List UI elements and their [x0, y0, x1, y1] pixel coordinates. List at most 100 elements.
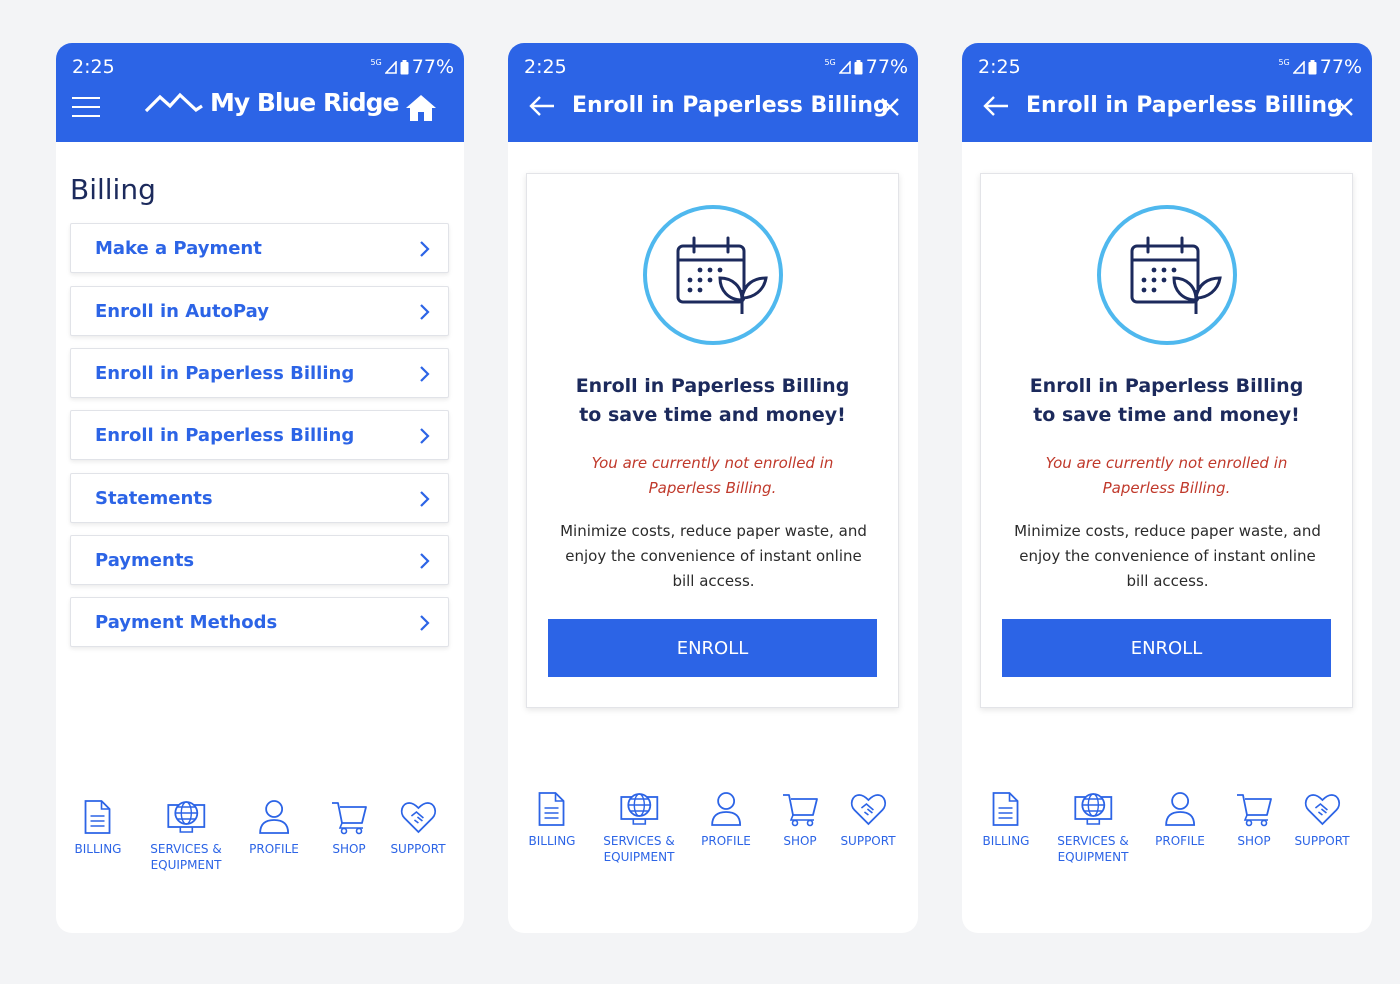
nav-label: SHOP: [332, 842, 366, 856]
screen-title: Enroll in Paperless Billing: [1026, 93, 1343, 118]
menu-item-label: Make a Payment: [95, 237, 262, 259]
nav-profile[interactable]: PROFILE: [701, 791, 751, 849]
nav-services-equipment[interactable]: SERVICES & EQUIPMENT: [603, 791, 675, 865]
nav-label: SUPPORT: [1294, 834, 1350, 848]
cart-icon: [1237, 794, 1272, 827]
menu-item-payments[interactable]: Payments: [70, 535, 449, 585]
headline-line: Enroll in Paperless Billing: [575, 375, 850, 397]
enroll-description: Minimize costs, reduce paper waste, and …: [1001, 519, 1334, 594]
battery-icon: [1308, 59, 1317, 74]
chevron-right-icon: [420, 491, 430, 507]
status-indicators: 5G 77%: [370, 56, 454, 78]
mountain-logo-icon: [144, 92, 203, 112]
nav-support[interactable]: SUPPORT: [390, 799, 446, 857]
nav-profile[interactable]: PROFILE: [1155, 791, 1205, 849]
nav-services-equipment[interactable]: SERVICES & EQUIPMENT: [1057, 791, 1129, 865]
menu-item-payment-methods[interactable]: Payment Methods: [70, 597, 449, 647]
app-header: 2:25 5G 77% Enroll in Paperless Billing: [508, 43, 918, 142]
status-indicators: 5G 77%: [1278, 56, 1362, 78]
battery-percent: 77%: [411, 56, 454, 78]
battery-percent: 77%: [1319, 56, 1362, 78]
nav-label: EQUIPMENT: [603, 850, 675, 864]
home-icon[interactable]: [404, 93, 438, 123]
desc-line: enjoy the convenience of instant online: [565, 547, 862, 565]
person-icon: [259, 800, 289, 834]
menu-item-make-payment[interactable]: Make a Payment: [70, 223, 449, 273]
nav-support[interactable]: SUPPORT: [840, 791, 896, 849]
app-header: 2:25 5G 77% Enroll in Paperless Billing: [962, 43, 1372, 142]
enroll-headline: Enroll in Paperless Billing to save time…: [527, 372, 898, 430]
desc-line: enjoy the convenience of instant online: [1019, 547, 1316, 565]
calendar-plant-icon: [1097, 205, 1237, 345]
back-arrow-icon[interactable]: [528, 95, 556, 117]
nav-label: SHOP: [1237, 834, 1271, 848]
cart-icon: [783, 794, 818, 827]
nav-services-equipment[interactable]: SERVICES & EQUIPMENT: [150, 799, 222, 873]
nav-support[interactable]: SUPPORT: [1294, 791, 1350, 849]
enroll-headline: Enroll in Paperless Billing to save time…: [981, 372, 1352, 430]
close-icon[interactable]: [1334, 97, 1354, 117]
status-time: 2:25: [978, 56, 1021, 78]
menu-icon[interactable]: [72, 97, 100, 119]
nav-shop[interactable]: SHOP: [330, 799, 368, 857]
nav-profile[interactable]: PROFILE: [249, 799, 299, 857]
brand-logo: My Blue Ridge: [144, 88, 400, 117]
status-time: 2:25: [72, 56, 115, 78]
battery-percent: 77%: [865, 56, 908, 78]
desc-line: bill access.: [1126, 572, 1209, 590]
nav-label: SERVICES &: [150, 842, 222, 856]
nav-label: SERVICES &: [603, 834, 675, 848]
back-arrow-icon[interactable]: [982, 95, 1010, 117]
nav-label: SUPPORT: [840, 834, 896, 848]
nav-label: PROFILE: [1155, 834, 1205, 848]
chevron-right-icon: [420, 553, 430, 569]
globe-monitor-icon: [620, 793, 658, 825]
enroll-button[interactable]: ENROLL: [1002, 619, 1331, 677]
cart-icon: [332, 802, 367, 835]
signal-icon: [384, 60, 397, 74]
nav-billing[interactable]: BILLING: [983, 791, 1029, 849]
nav-shop[interactable]: SHOP: [781, 791, 819, 849]
notice-line: Paperless Billing.: [1102, 479, 1231, 497]
nav-label: EQUIPMENT: [150, 858, 222, 872]
signal-icon: [1292, 60, 1305, 74]
close-icon[interactable]: [880, 97, 900, 117]
menu-item-paperless-billing-2[interactable]: Enroll in Paperless Billing: [70, 410, 449, 460]
brand-name: My Blue Ridge: [210, 88, 400, 117]
menu-item-label: Payment Methods: [95, 611, 278, 633]
person-icon: [1165, 792, 1195, 826]
menu-item-statements[interactable]: Statements: [70, 473, 449, 523]
menu-item-label: Payments: [95, 549, 195, 571]
globe-monitor-icon: [1074, 793, 1112, 825]
nav-label: PROFILE: [249, 842, 299, 856]
chevron-right-icon: [420, 615, 430, 631]
nav-billing[interactable]: BILLING: [75, 799, 121, 857]
enroll-screen: 2:25 5G 77% Enroll in Paperless Billing …: [508, 43, 918, 933]
chevron-right-icon: [420, 304, 430, 320]
enroll-card: Enroll in Paperless Billing to save time…: [980, 173, 1353, 708]
headline-line: to save time and money!: [1033, 404, 1300, 426]
menu-item-autopay[interactable]: Enroll in AutoPay: [70, 286, 449, 336]
nav-label: EQUIPMENT: [1057, 850, 1129, 864]
enroll-card: Enroll in Paperless Billing to save time…: [526, 173, 899, 708]
notice-line: You are currently not enrolled in: [1045, 454, 1288, 472]
status-indicators: 5G 77%: [824, 56, 908, 78]
headline-line: Enroll in Paperless Billing: [1029, 375, 1304, 397]
nav-label: BILLING: [528, 834, 576, 848]
chevron-right-icon: [420, 241, 430, 257]
globe-monitor-icon: [167, 801, 205, 833]
nav-label: SUPPORT: [390, 842, 446, 856]
enroll-button[interactable]: ENROLL: [548, 619, 877, 677]
document-icon: [85, 800, 111, 834]
nav-billing[interactable]: BILLING: [528, 791, 576, 849]
billing-screen: 2:25 5G 77% My Blue Ridge Billing Make a…: [56, 43, 464, 933]
network-label: 5G: [1278, 57, 1290, 67]
headline-line: to save time and money!: [579, 404, 846, 426]
chevron-right-icon: [420, 428, 430, 444]
nav-label: SHOP: [783, 834, 817, 848]
nav-shop[interactable]: SHOP: [1235, 791, 1273, 849]
menu-item-paperless-billing[interactable]: Enroll in Paperless Billing: [70, 348, 449, 398]
notice-line: Paperless Billing.: [648, 479, 777, 497]
page-title: Billing: [70, 173, 156, 206]
heart-handshake-icon: [400, 802, 436, 834]
